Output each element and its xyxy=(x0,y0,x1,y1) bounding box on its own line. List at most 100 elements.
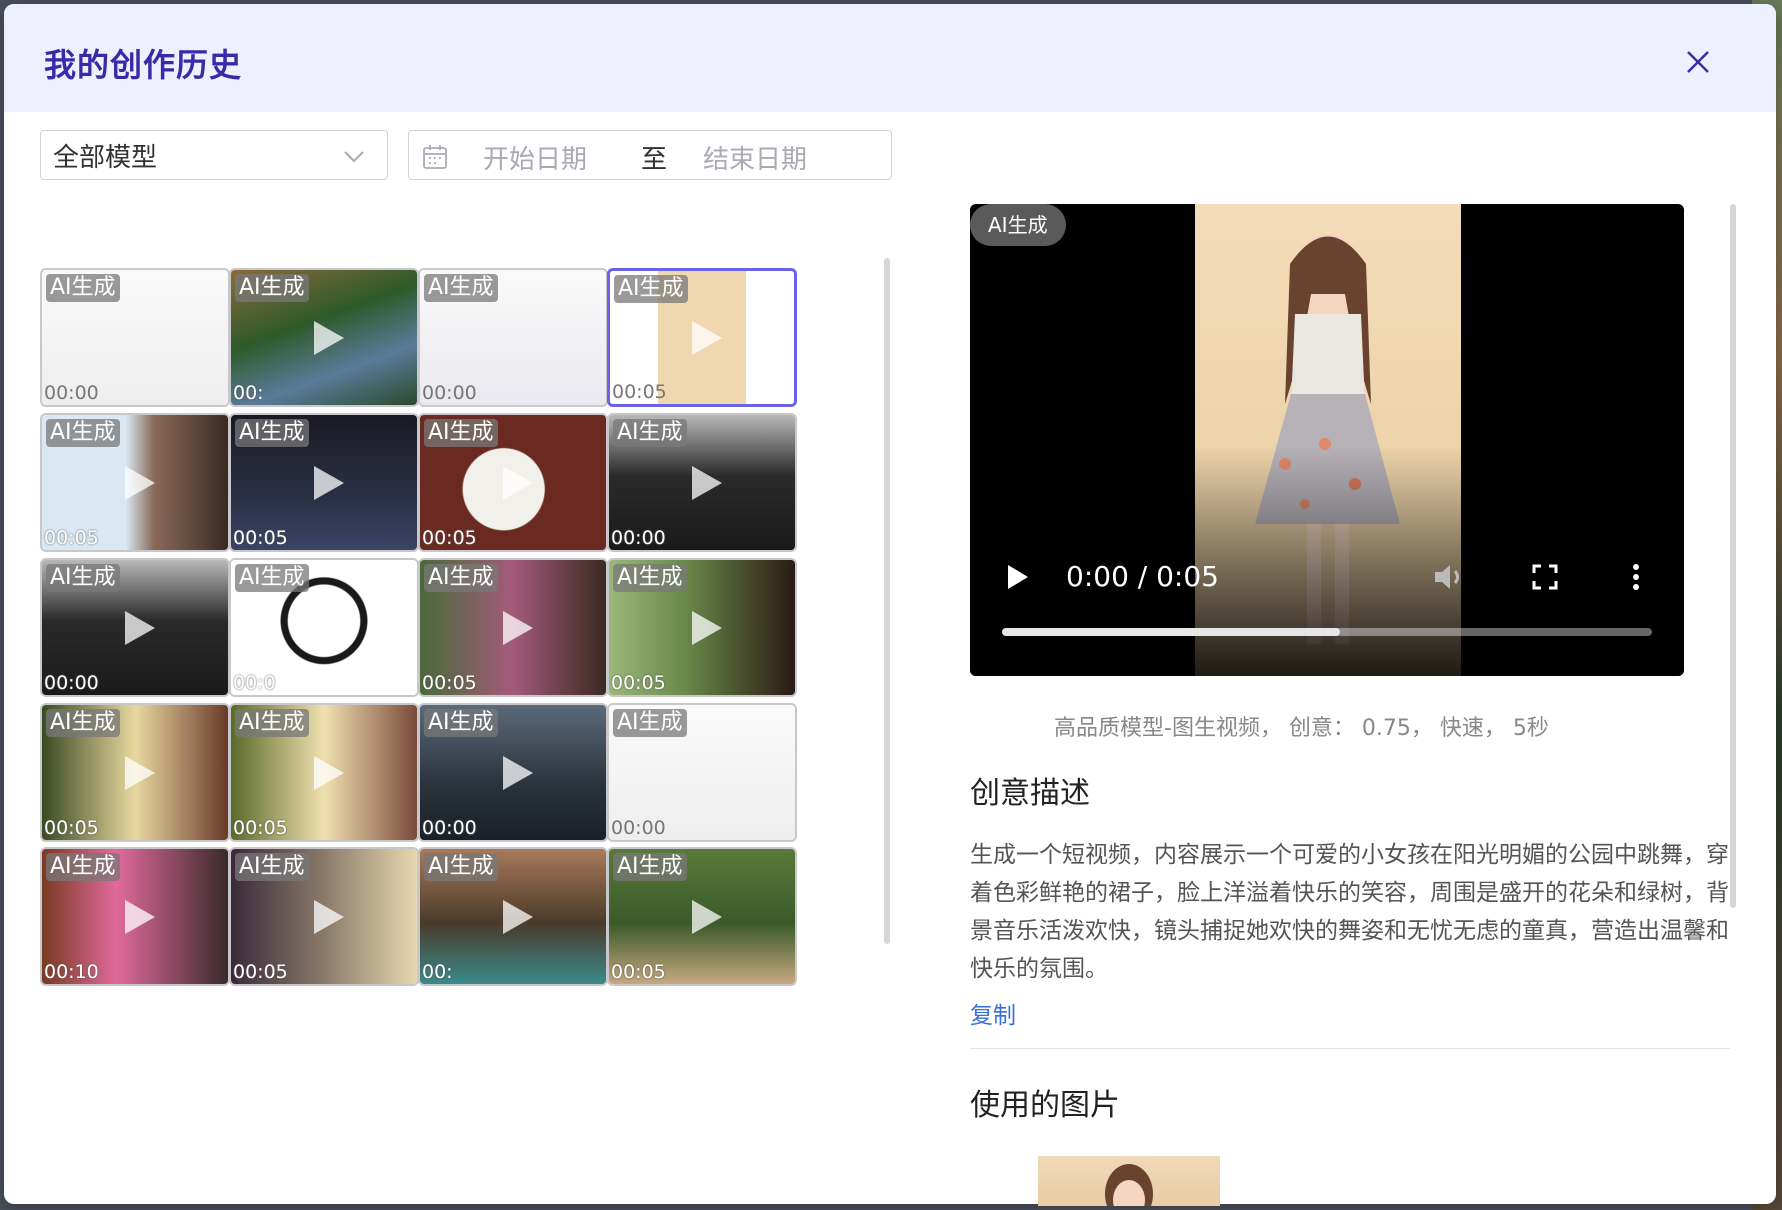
model-select-value: 全部模型 xyxy=(53,142,158,173)
volume-icon[interactable] xyxy=(1432,562,1466,592)
thumbnail-duration: 00:05 xyxy=(422,672,477,694)
ai-generated-tag: AI生成 xyxy=(235,709,309,737)
thumbnail-duration: 00:00 xyxy=(611,817,666,839)
play-icon xyxy=(314,320,344,355)
play-icon[interactable] xyxy=(1004,562,1030,592)
play-icon xyxy=(503,899,533,934)
model-select[interactable]: 全部模型 xyxy=(40,130,388,180)
thumbnail-duration: 00:10 xyxy=(44,961,99,983)
start-date-input[interactable]: 开始日期 xyxy=(483,139,587,176)
ai-generated-tag: AI生成 xyxy=(46,564,120,592)
date-range-picker[interactable]: 开始日期 至 结束日期 xyxy=(408,130,892,180)
end-date-input[interactable]: 结束日期 xyxy=(703,139,807,176)
section-divider xyxy=(970,1048,1730,1049)
used-image-thumbnail[interactable] xyxy=(1038,1156,1220,1206)
chevron-down-icon xyxy=(344,151,364,163)
ai-generated-tag: AI生成 xyxy=(235,853,309,881)
grid-scrollbar[interactable] xyxy=(884,258,890,944)
ai-generated-tag: AI生成 xyxy=(424,564,498,592)
video-progress-fill xyxy=(1002,628,1340,636)
thumbnail-duration: 00:05 xyxy=(612,381,667,403)
ai-generated-tag: AI生成 xyxy=(46,853,120,881)
ai-generated-tag: AI生成 xyxy=(613,709,687,737)
history-thumbnail[interactable]: AI生成 00:10 xyxy=(40,847,230,986)
play-icon xyxy=(125,610,155,645)
used-images-title: 使用的图片 xyxy=(970,1088,1120,1123)
play-icon xyxy=(692,320,722,355)
ai-generated-tag: AI生成 xyxy=(613,419,687,447)
history-thumbnail[interactable]: AI生成 00:05 xyxy=(607,268,797,407)
video-progress-bar[interactable] xyxy=(1002,628,1652,636)
fullscreen-icon[interactable] xyxy=(1530,562,1560,592)
thumbnail-duration: 00:00 xyxy=(611,527,666,549)
more-options-icon[interactable] xyxy=(1630,562,1642,592)
history-thumbnail[interactable]: AI生成 00:05 xyxy=(40,703,230,842)
history-thumbnail[interactable]: AI生成 00:00 xyxy=(418,268,608,407)
history-thumbnail[interactable]: AI生成 00:00 xyxy=(40,558,230,697)
detail-scrollbar[interactable] xyxy=(1730,204,1736,908)
thumbnail-duration: 00:05 xyxy=(611,961,666,983)
ai-generated-tag: AI生成 xyxy=(424,853,498,881)
play-icon xyxy=(125,465,155,500)
history-thumbnail[interactable]: AI生成 00:05 xyxy=(229,703,419,842)
copy-link[interactable]: 复制 xyxy=(970,996,1016,1030)
ai-generated-tag: AI生成 xyxy=(235,419,309,447)
close-button[interactable] xyxy=(1680,44,1716,80)
dialog-header: 我的创作历史 xyxy=(4,4,1776,112)
history-thumbnail[interactable]: AI生成 00:00 xyxy=(607,413,797,552)
play-icon xyxy=(503,610,533,645)
thumbnail-duration: 00: xyxy=(422,961,453,983)
thumbnail-duration: 00:05 xyxy=(233,817,288,839)
ai-generated-tag: AI生成 xyxy=(613,853,687,881)
thumbnail-duration: 00:00 xyxy=(422,382,477,404)
history-thumbnail[interactable]: AI生成 00:00 xyxy=(40,268,230,407)
play-icon xyxy=(692,610,722,645)
thumbnail-duration: 00:05 xyxy=(422,527,477,549)
description-text: 生成一个短视频，内容展示一个可爱的小女孩在阳光明媚的公园中跳舞，穿着色彩鲜艳的裙… xyxy=(970,842,1729,982)
history-thumbnail[interactable]: AI生成 00:05 xyxy=(229,847,419,986)
thumbnail-duration: 00: xyxy=(233,382,264,404)
thumbnail-duration: 00:00 xyxy=(422,817,477,839)
thumbnail-duration: 00:05 xyxy=(233,961,288,983)
ai-generated-tag: AI生成 xyxy=(424,419,498,447)
history-thumbnail[interactable]: AI生成 00:05 xyxy=(418,558,608,697)
play-icon xyxy=(314,899,344,934)
used-image-girl xyxy=(1105,1164,1153,1206)
play-icon xyxy=(314,755,344,790)
thumbnail-duration: 00:05 xyxy=(44,527,99,549)
play-icon xyxy=(125,899,155,934)
history-thumbnail[interactable]: AI生成 00:05 xyxy=(607,847,797,986)
ai-generated-tag: AI生成 xyxy=(46,709,120,737)
play-icon xyxy=(314,465,344,500)
calendar-icon xyxy=(423,145,447,169)
history-thumbnail[interactable]: AI生成 00:0 xyxy=(229,558,419,697)
history-thumbnail[interactable]: AI生成 00: xyxy=(418,847,608,986)
generation-meta: 高品质模型-图生视频， 创意： 0.75， 快速， 5秒 xyxy=(1054,716,1549,741)
thumbnail-duration: 00:05 xyxy=(233,527,288,549)
ai-generated-tag: AI生成 xyxy=(614,275,688,303)
history-thumbnail[interactable]: AI生成 00:05 xyxy=(607,558,797,697)
thumbnail-duration: 00:00 xyxy=(44,382,99,404)
history-thumbnail[interactable]: AI生成 00:00 xyxy=(607,703,797,842)
ai-generated-tag: AI生成 xyxy=(424,709,498,737)
video-player[interactable]: 0:00 / 0:05 xyxy=(970,204,1684,676)
date-separator: 至 xyxy=(641,145,668,175)
play-icon xyxy=(692,465,722,500)
ai-generated-tag: AI生成 xyxy=(613,564,687,592)
description-title: 创意描述 xyxy=(970,776,1090,811)
history-thumbnail[interactable]: AI生成 00: xyxy=(229,268,419,407)
thumbnail-duration: 00:05 xyxy=(44,817,99,839)
ai-generated-tag: AI生成 xyxy=(235,274,309,302)
history-thumbnail[interactable]: AI生成 00:05 xyxy=(229,413,419,552)
ai-generated-tag: AI生成 xyxy=(46,274,120,302)
history-thumbnail[interactable]: AI生成 00:05 xyxy=(418,413,608,552)
history-thumbnail[interactable]: AI生成 00:00 xyxy=(418,703,608,842)
ai-generated-tag: AI生成 xyxy=(235,564,309,592)
dialog-title: 我的创作历史 xyxy=(44,46,243,84)
ai-generated-tag: AI生成 xyxy=(46,419,120,447)
close-icon xyxy=(1687,51,1709,73)
play-icon xyxy=(503,465,533,500)
history-thumbnail[interactable]: AI生成 00:05 xyxy=(40,413,230,552)
play-icon xyxy=(125,755,155,790)
video-time: 0:00 / 0:05 xyxy=(1066,560,1219,593)
